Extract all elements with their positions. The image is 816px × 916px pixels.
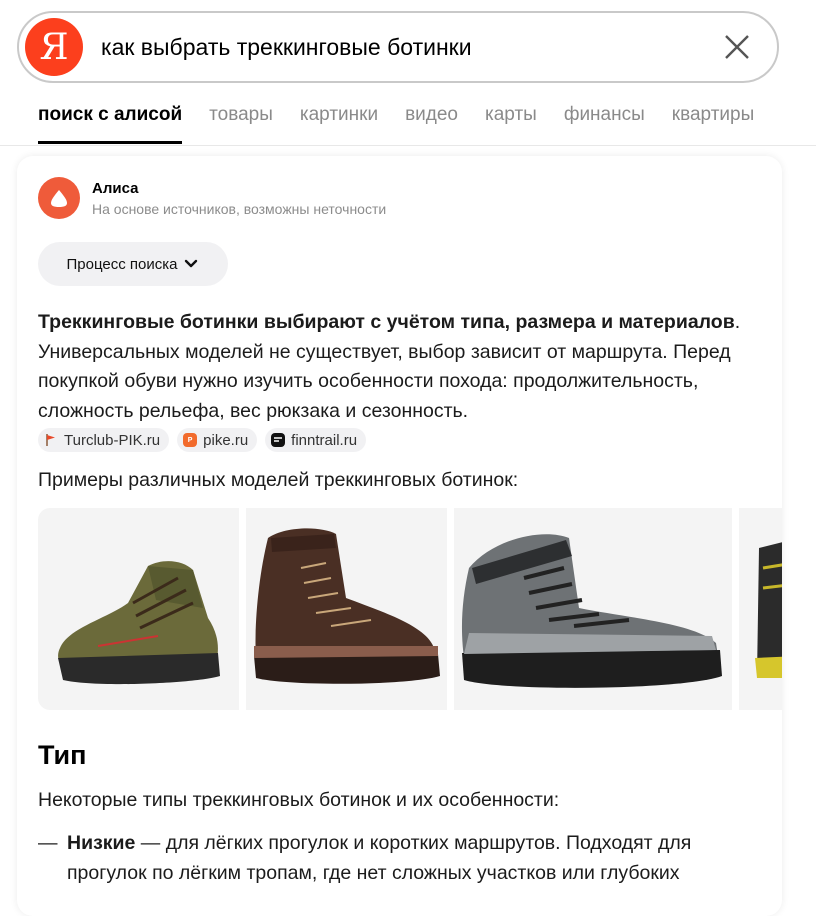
source-list: Turclub-PIK.ru P pike.ru finntrail.ru xyxy=(38,428,367,452)
tab-video[interactable]: видео xyxy=(405,98,458,144)
alice-name: Алиса xyxy=(92,179,139,197)
logo-letter: Я xyxy=(39,26,69,68)
bullet-text: — для лёгких прогулок и коротких маршрут… xyxy=(67,832,692,884)
source-label: Turclub-PIK.ru xyxy=(64,431,161,449)
pike-icon: P xyxy=(183,433,198,447)
answer-bold: Треккинговые ботинки выбирают с учётом т… xyxy=(38,311,735,333)
boot-image-1[interactable] xyxy=(38,508,239,710)
search-process-button[interactable]: Процесс поиска xyxy=(38,242,228,286)
finntrail-icon xyxy=(271,433,286,447)
boot-image-4[interactable] xyxy=(739,508,782,710)
section-intro: Некоторые типы треккинговых ботинок и их… xyxy=(38,789,560,811)
tabs-divider xyxy=(0,145,816,146)
bullet-bold: Низкие xyxy=(67,832,136,854)
search-tabs: поиск с алисой товары картинки видео кар… xyxy=(38,98,816,146)
bullet-dash: — xyxy=(38,832,58,854)
section-title-type: Тип xyxy=(38,740,87,770)
boot-image-3[interactable] xyxy=(454,508,732,710)
source-label: finntrail.ru xyxy=(291,431,358,449)
alice-answer-card: Алиса На основе источников, возможны нет… xyxy=(17,156,782,916)
list-item: — Низкие — для лёгких прогулок и коротки… xyxy=(38,828,768,888)
search-input[interactable]: как выбрать треккинговые ботинки xyxy=(101,34,719,61)
source-turclub[interactable]: Turclub-PIK.ru xyxy=(38,428,170,452)
alice-logo-icon xyxy=(38,177,80,219)
tab-apartments[interactable]: квартиры xyxy=(672,98,754,144)
chevron-down-icon xyxy=(185,259,198,268)
tab-finance[interactable]: финансы xyxy=(564,98,645,144)
source-label: pike.ru xyxy=(203,431,249,449)
tab-images[interactable]: картинки xyxy=(300,98,378,144)
alice-disclaimer: На основе источников, возможны неточност… xyxy=(92,200,387,217)
yandex-logo[interactable]: Я xyxy=(25,18,83,76)
search-bar[interactable]: Я как выбрать треккинговые ботинки xyxy=(17,11,779,83)
tab-alice-search[interactable]: поиск с алисой xyxy=(38,98,183,144)
image-gallery xyxy=(38,508,782,710)
tab-maps[interactable]: карты xyxy=(485,98,537,144)
source-finntrail[interactable]: finntrail.ru xyxy=(265,428,367,452)
answer-text: Треккинговые ботинки выбирают с учётом т… xyxy=(38,308,768,426)
flag-icon xyxy=(44,433,58,447)
boot-image-2[interactable] xyxy=(246,508,447,710)
clear-icon[interactable] xyxy=(719,29,755,65)
examples-heading: Примеры различных моделей треккинговых б… xyxy=(38,469,519,491)
source-pike[interactable]: P pike.ru xyxy=(177,428,258,452)
tab-goods[interactable]: товары xyxy=(209,98,273,144)
alice-header: Алиса На основе источников, возможны нет… xyxy=(38,177,386,219)
search-process-label: Процесс поиска xyxy=(66,255,178,273)
